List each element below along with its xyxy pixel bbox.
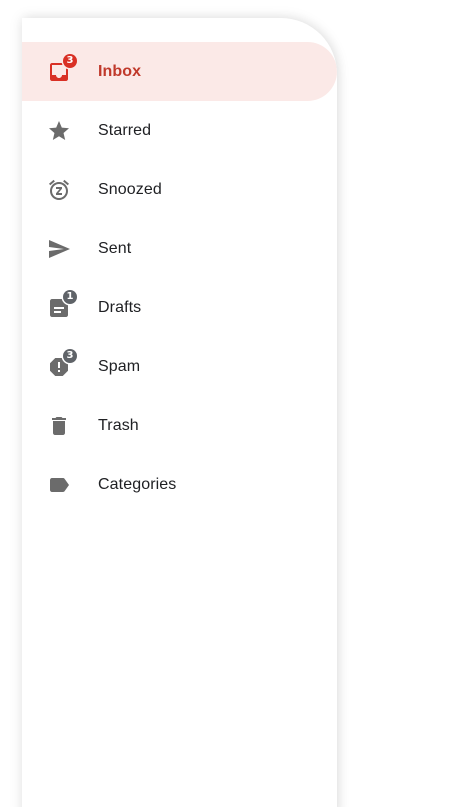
page: 3 Inbox Starred Snoozed Sent 1 Drafts 3 … xyxy=(0,0,459,807)
snooze-alarm-icon xyxy=(47,178,71,202)
nav-item-label: Snoozed xyxy=(98,180,162,198)
nav-item-label: Categories xyxy=(98,475,177,493)
nav-item-starred[interactable]: Starred xyxy=(22,101,337,160)
spam-count-badge: 3 xyxy=(63,348,77,363)
report-spam-icon: 3 xyxy=(47,348,77,379)
nav-item-spam[interactable]: 3 Spam xyxy=(22,337,337,396)
inbox-count-badge: 3 xyxy=(63,53,77,68)
nav-item-categories[interactable]: Categories xyxy=(22,455,337,514)
star-icon xyxy=(47,119,71,143)
nav-item-sent[interactable]: Sent xyxy=(22,219,337,278)
nav-list: 3 Inbox Starred Snoozed Sent 1 Drafts 3 … xyxy=(22,42,337,514)
drafts-count-badge: 1 xyxy=(63,289,77,304)
label-icon xyxy=(47,473,71,497)
nav-item-label: Sent xyxy=(98,239,132,257)
inbox-icon: 3 xyxy=(47,53,77,84)
nav-item-inbox[interactable]: 3 Inbox xyxy=(22,42,337,101)
nav-item-label: Spam xyxy=(98,357,141,375)
nav-item-label: Inbox xyxy=(98,62,142,80)
nav-item-label: Trash xyxy=(98,416,139,434)
nav-item-trash[interactable]: Trash xyxy=(22,396,337,455)
draft-icon: 1 xyxy=(47,289,77,320)
send-icon xyxy=(47,237,71,261)
nav-item-label: Drafts xyxy=(98,298,142,316)
nav-item-snoozed[interactable]: Snoozed xyxy=(22,160,337,219)
trash-icon xyxy=(47,414,71,438)
nav-item-drafts[interactable]: 1 Drafts xyxy=(22,278,337,337)
nav-item-label: Starred xyxy=(98,121,152,139)
navigation-drawer: 3 Inbox Starred Snoozed Sent 1 Drafts 3 … xyxy=(22,18,337,807)
